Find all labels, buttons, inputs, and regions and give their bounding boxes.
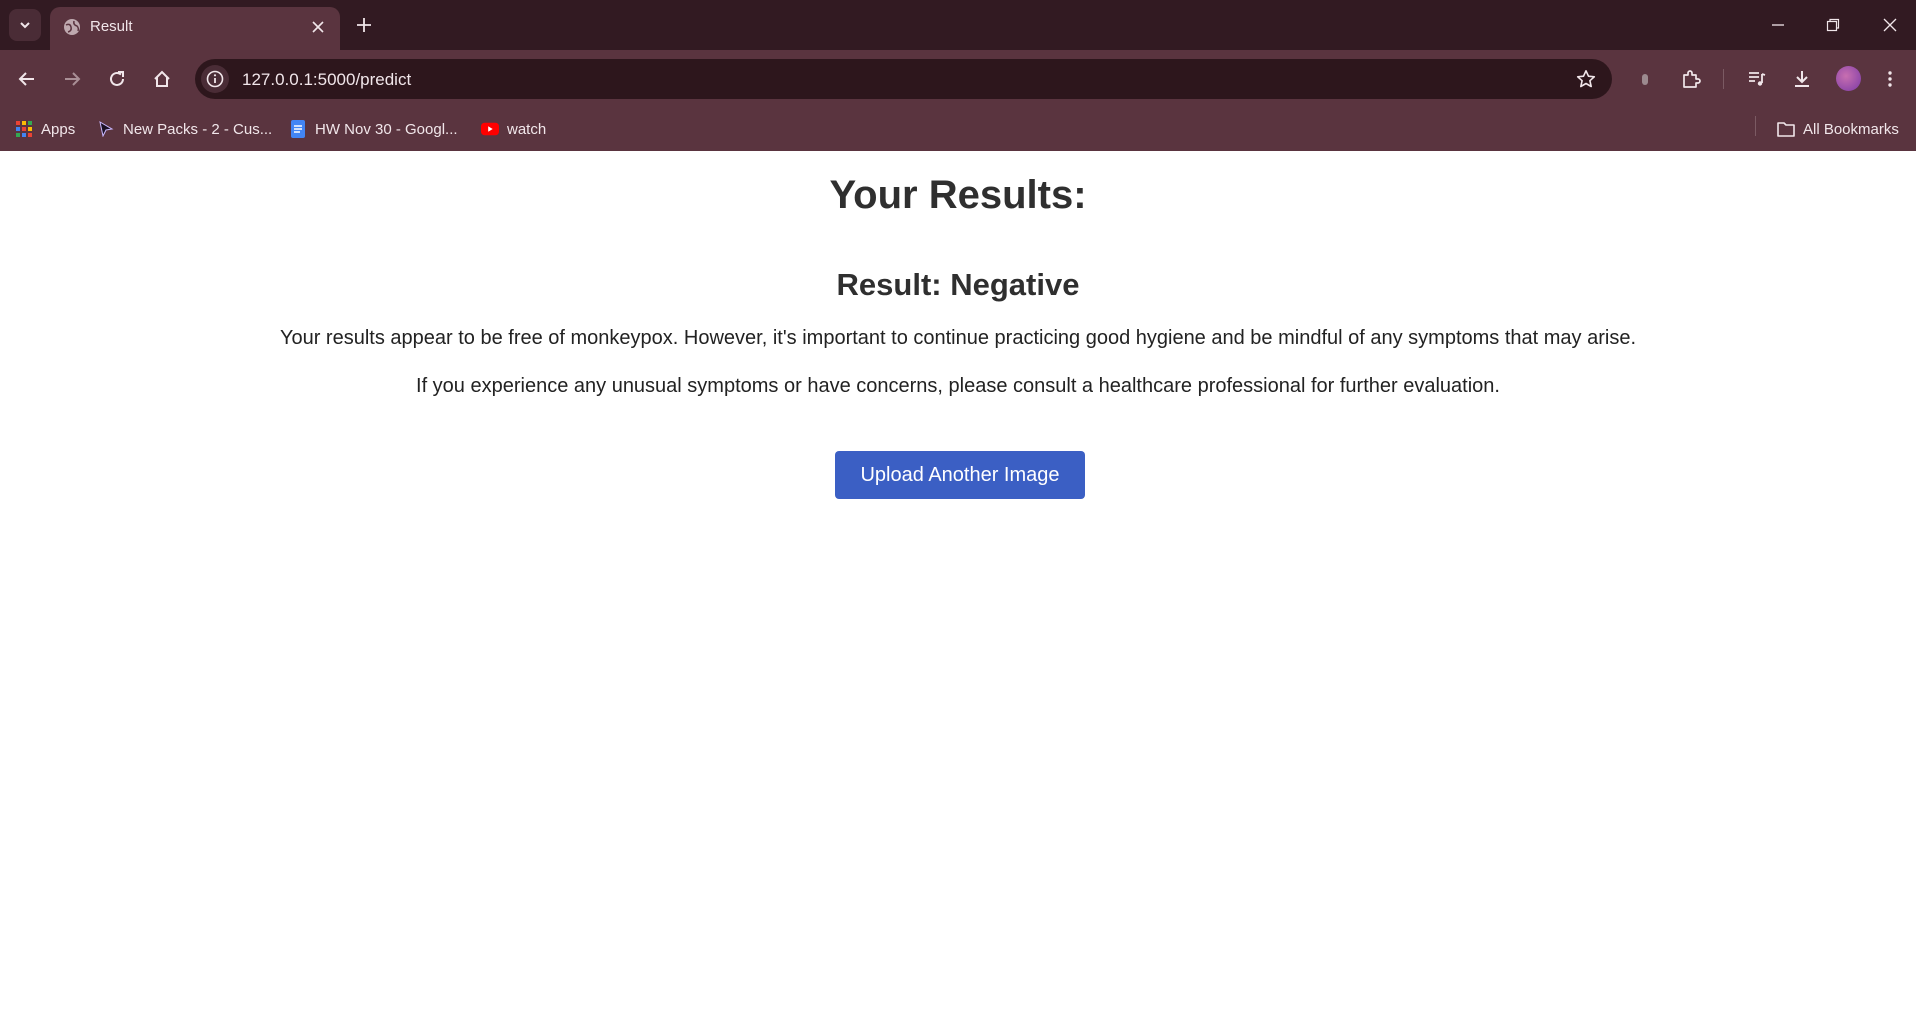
star-icon xyxy=(1576,70,1596,88)
home-button[interactable] xyxy=(148,65,176,93)
new-tab-button[interactable] xyxy=(352,13,376,37)
forward-button[interactable] xyxy=(58,65,86,93)
google-docs-icon xyxy=(289,120,307,138)
home-icon xyxy=(154,70,170,87)
close-icon xyxy=(312,21,324,33)
page-title: Your Results: xyxy=(829,173,1087,217)
bookmark-hw-nov-30[interactable]: HW Nov 30 - Googl... xyxy=(289,116,458,142)
bookmark-label: New Packs - 2 - Cus... xyxy=(123,120,273,138)
plus-icon xyxy=(357,18,371,32)
close-tab-button[interactable] xyxy=(308,17,328,37)
download-icon xyxy=(1795,71,1809,87)
tab-strip: Result xyxy=(0,0,1916,50)
active-tab[interactable]: Result xyxy=(50,7,340,50)
site-info-button[interactable] xyxy=(201,65,229,93)
reload-icon xyxy=(110,71,124,86)
extension-puzzle-small-icon xyxy=(1642,74,1648,85)
all-bookmarks-button[interactable]: All Bookmarks xyxy=(1777,116,1899,142)
cursor-icon xyxy=(97,120,115,138)
close-icon xyxy=(1883,18,1897,32)
browser-toolbar: 127.0.0.1:5000/predict xyxy=(0,50,1916,108)
result-heading: Result: Negative xyxy=(836,267,1080,302)
info-icon xyxy=(206,70,224,88)
bookmark-label: watch xyxy=(507,120,547,138)
bookmark-label: HW Nov 30 - Googl... xyxy=(315,120,458,138)
restore-button[interactable] xyxy=(1820,12,1846,38)
bookmark-label: Apps xyxy=(41,120,76,138)
tab-search-button[interactable] xyxy=(9,9,41,41)
minimize-button[interactable] xyxy=(1765,12,1791,38)
bookmark-star-button[interactable] xyxy=(1574,67,1598,91)
media-controls-button[interactable] xyxy=(1743,65,1771,93)
close-window-button[interactable] xyxy=(1877,12,1903,38)
browser-window: Result 127.0.0.1:5000/predict Apps New P… xyxy=(0,0,1916,1017)
folder-icon xyxy=(1777,120,1795,138)
bookmarks-bar: Apps New Packs - 2 - Cus... HW Nov 30 - … xyxy=(0,108,1916,151)
advice-text: If you experience any unusual symptoms o… xyxy=(416,375,1500,397)
page-content: Your Results: Result: Negative Your resu… xyxy=(0,151,1916,1017)
more-vert-icon xyxy=(1888,71,1892,87)
queue-music-icon xyxy=(1749,72,1766,86)
bookmark-apps[interactable]: Apps xyxy=(15,116,75,142)
upload-another-image-button[interactable]: Upload Another Image xyxy=(835,451,1085,499)
apps-grid-icon xyxy=(15,120,33,138)
puzzle-icon xyxy=(1683,70,1701,88)
bookmark-watch[interactable]: watch xyxy=(481,116,546,142)
arrow-left-icon xyxy=(18,72,34,86)
profile-avatar[interactable] xyxy=(1836,66,1861,91)
extensions-menu-button[interactable] xyxy=(1677,65,1705,93)
browser-menu-button[interactable] xyxy=(1876,65,1904,93)
toolbar-divider xyxy=(1723,69,1724,89)
all-bookmarks-label: All Bookmarks xyxy=(1803,120,1899,138)
extension-button[interactable] xyxy=(1631,65,1659,93)
bookmark-new-packs[interactable]: New Packs - 2 - Cus... xyxy=(97,116,272,142)
chevron-down-icon xyxy=(20,22,30,29)
tab-title: Result xyxy=(90,18,133,35)
back-button[interactable] xyxy=(13,65,41,93)
downloads-button[interactable] xyxy=(1788,65,1816,93)
restore-icon xyxy=(1826,18,1840,32)
globe-icon xyxy=(64,19,80,35)
minimize-icon xyxy=(1772,24,1784,26)
bookmarks-divider xyxy=(1755,116,1756,136)
result-explanation: Your results appear to be free of monkey… xyxy=(279,327,1637,349)
arrow-right-icon xyxy=(65,72,81,86)
youtube-icon xyxy=(481,120,499,138)
address-bar[interactable]: 127.0.0.1:5000/predict xyxy=(195,59,1612,99)
url-text: 127.0.0.1:5000/predict xyxy=(242,70,412,89)
reload-button[interactable] xyxy=(103,65,131,93)
